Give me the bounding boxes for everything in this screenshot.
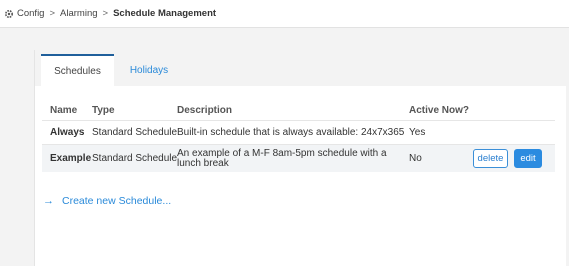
- edit-button[interactable]: edit: [514, 149, 542, 168]
- breadcrumb-separator: >: [49, 8, 56, 19]
- table-header: Name Type Description Active Now?: [42, 100, 555, 120]
- create-schedule-link[interactable]: → Create new Schedule...: [43, 194, 171, 208]
- header-description: Description: [177, 104, 233, 116]
- schedule-type: Standard Schedule: [92, 153, 178, 164]
- tab-holidays[interactable]: Holidays: [114, 54, 184, 86]
- arrow-right-icon: →: [43, 195, 54, 207]
- delete-button[interactable]: delete: [473, 149, 508, 168]
- page-title: Schedule Management: [113, 8, 217, 19]
- header-name: Name: [50, 104, 78, 116]
- tab-schedules[interactable]: Schedules: [41, 54, 114, 86]
- schedule-name: Always: [50, 127, 85, 138]
- tab-bar: Schedules Holidays: [41, 54, 184, 86]
- breadcrumb-alarming[interactable]: Alarming: [60, 8, 98, 19]
- schedule-description: An example of a M-F 8am-5pm schedule wit…: [177, 147, 387, 169]
- breadcrumb-separator: >: [102, 8, 109, 19]
- schedule-type: Standard Schedule: [92, 127, 178, 138]
- schedules-content: Name Type Description Active Now? Always…: [35, 86, 566, 266]
- breadcrumb: Config > Alarming > Schedule Management: [0, 0, 569, 28]
- table-row: Always Standard Schedule Built-in schedu…: [42, 120, 555, 144]
- schedule-panel: Schedules Holidays Name Type Description…: [34, 50, 566, 266]
- schedule-active: Yes: [409, 127, 426, 138]
- table-row: Example Standard Schedule An example of …: [42, 144, 555, 172]
- header-active-now: Active Now?: [409, 104, 470, 116]
- create-schedule-label: Create new Schedule...: [62, 195, 172, 207]
- schedule-name: Example: [50, 153, 92, 164]
- header-type: Type: [92, 104, 115, 116]
- schedule-description: Built-in schedule that is always availab…: [177, 127, 405, 138]
- schedule-active: No: [409, 153, 422, 164]
- breadcrumb-config[interactable]: Config: [17, 8, 44, 19]
- gear-icon: [4, 9, 14, 19]
